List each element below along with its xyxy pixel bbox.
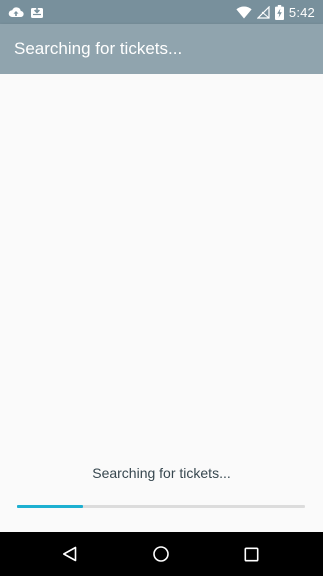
recents-button[interactable] (239, 542, 263, 566)
status-left-icons (8, 4, 44, 20)
home-icon (152, 545, 170, 563)
page-title: Searching for tickets... (14, 39, 183, 58)
status-right-icons: 5:42 (236, 4, 315, 20)
recents-icon (243, 546, 259, 562)
wifi-icon (236, 6, 252, 19)
back-button[interactable] (58, 542, 82, 566)
home-button[interactable] (149, 542, 173, 566)
main-content: Searching for tickets... (0, 74, 323, 532)
no-signal-icon (256, 5, 270, 19)
status-bar: 5:42 (0, 0, 323, 24)
back-icon (62, 546, 78, 562)
progress-bar (17, 505, 305, 508)
navigation-bar (0, 532, 323, 576)
cloud-upload-icon (8, 6, 24, 18)
progress-label: Searching for tickets... (92, 465, 231, 481)
status-clock: 5:42 (288, 4, 315, 20)
progress-bar-fill (17, 505, 84, 508)
app-bar: Searching for tickets... (0, 24, 323, 74)
battery-charging-icon (274, 4, 284, 20)
download-box-icon (30, 5, 44, 19)
